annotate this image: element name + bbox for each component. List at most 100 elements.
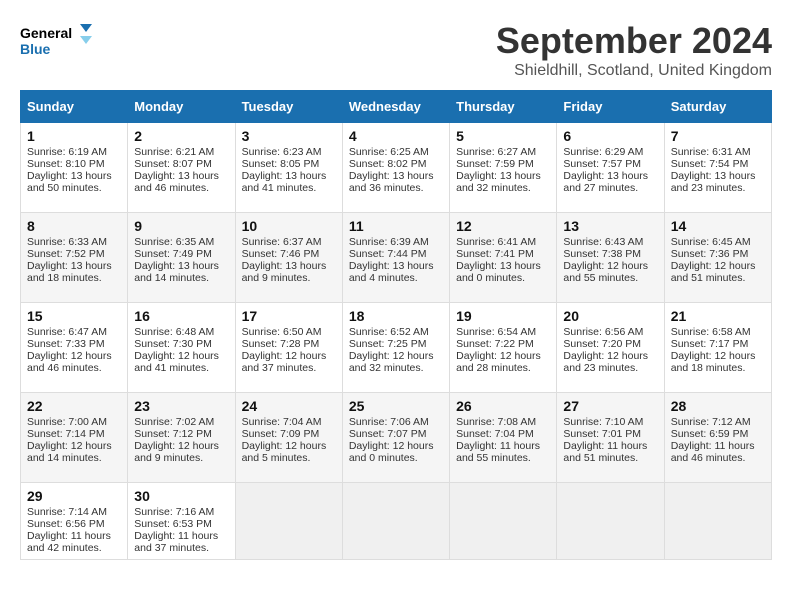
calendar-cell — [342, 483, 449, 560]
day-info-line: Sunset: 7:52 PM — [27, 248, 121, 260]
weekday-header-tuesday: Tuesday — [235, 91, 342, 123]
day-info-line: Sunrise: 6:31 AM — [671, 146, 765, 158]
day-info-line: Sunset: 7:14 PM — [27, 428, 121, 440]
day-info-line: and 27 minutes. — [563, 182, 657, 194]
day-info-line: and 55 minutes. — [456, 452, 550, 464]
day-info-line: Sunset: 7:46 PM — [242, 248, 336, 260]
day-info-line: Sunset: 7:44 PM — [349, 248, 443, 260]
day-info-line: Sunrise: 7:08 AM — [456, 416, 550, 428]
day-info-line: and 9 minutes. — [134, 452, 228, 464]
month-title: September 2024 — [496, 20, 772, 62]
day-info-line: Sunset: 7:33 PM — [27, 338, 121, 350]
day-number: 25 — [349, 398, 443, 414]
day-info-line: Sunset: 7:59 PM — [456, 158, 550, 170]
day-info-line: Daylight: 11 hours — [671, 440, 765, 452]
day-number: 18 — [349, 308, 443, 324]
day-number: 7 — [671, 128, 765, 144]
calendar-cell: 5Sunrise: 6:27 AMSunset: 7:59 PMDaylight… — [450, 123, 557, 213]
calendar-cell: 15Sunrise: 6:47 AMSunset: 7:33 PMDayligh… — [21, 303, 128, 393]
calendar-cell: 25Sunrise: 7:06 AMSunset: 7:07 PMDayligh… — [342, 393, 449, 483]
day-info-line: and 46 minutes. — [27, 362, 121, 374]
calendar-cell: 29 Sunrise: 7:14 AMSunset: 6:56 PMDayligh… — [21, 483, 128, 560]
day-info-line: Daylight: 12 hours — [349, 350, 443, 362]
day-info-line: Daylight: 12 hours — [242, 440, 336, 452]
day-number: 6 — [563, 128, 657, 144]
day-info-line: Sunrise: 6:29 AM — [563, 146, 657, 158]
weekday-header-monday: Monday — [128, 91, 235, 123]
day-info-line: and 50 minutes. — [27, 182, 121, 194]
day-info-line: and 18 minutes. — [27, 272, 121, 284]
day-info-line: Daylight: 13 hours — [349, 170, 443, 182]
day-info-line: Sunrise: 7:16 AM — [134, 506, 228, 518]
day-info-line: Sunrise: 6:37 AM — [242, 236, 336, 248]
day-info-line: Sunset: 7:36 PM — [671, 248, 765, 260]
calendar-cell: 11Sunrise: 6:39 AMSunset: 7:44 PMDayligh… — [342, 213, 449, 303]
day-number: 16 — [134, 308, 228, 324]
day-number: 21 — [671, 308, 765, 324]
day-number: 12 — [456, 218, 550, 234]
title-block: September 2024 Shieldhill, Scotland, Uni… — [496, 20, 772, 80]
calendar-cell — [664, 483, 771, 560]
day-info-line: and 37 minutes. — [242, 362, 336, 374]
day-info-line: Daylight: 12 hours — [242, 350, 336, 362]
day-info-line: Sunrise: 6:33 AM — [27, 236, 121, 248]
day-info-line: Sunrise: 6:45 AM — [671, 236, 765, 248]
day-info-line: Daylight: 13 hours — [27, 170, 121, 182]
day-info-line: and 9 minutes. — [242, 272, 336, 284]
calendar-week-1: 1Sunrise: 6:19 AMSunset: 8:10 PMDaylight… — [21, 123, 772, 213]
day-info-line: Sunset: 7:38 PM — [563, 248, 657, 260]
weekday-header-row: SundayMondayTuesdayWednesdayThursdayFrid… — [21, 91, 772, 123]
logo: GeneralBlue — [20, 20, 100, 60]
calendar-cell: 23Sunrise: 7:02 AMSunset: 7:12 PMDayligh… — [128, 393, 235, 483]
day-info-line: Sunrise: 6:54 AM — [456, 326, 550, 338]
day-info-line: and 28 minutes. — [456, 362, 550, 374]
calendar-cell — [557, 483, 664, 560]
day-info-line: and 41 minutes. — [134, 362, 228, 374]
day-info-line: Daylight: 13 hours — [27, 260, 121, 272]
svg-text:General: General — [20, 25, 72, 41]
day-info-line: Sunset: 7:25 PM — [349, 338, 443, 350]
day-info-line: Sunset: 7:04 PM — [456, 428, 550, 440]
day-info-line: Sunset: 8:05 PM — [242, 158, 336, 170]
weekday-header-saturday: Saturday — [664, 91, 771, 123]
day-info-line: Sunrise: 6:27 AM — [456, 146, 550, 158]
day-info-line: Sunrise: 7:04 AM — [242, 416, 336, 428]
calendar-cell: 7Sunrise: 6:31 AMSunset: 7:54 PMDaylight… — [664, 123, 771, 213]
day-info-line: Sunrise: 6:35 AM — [134, 236, 228, 248]
day-info-line: and 23 minutes. — [671, 182, 765, 194]
day-info-line: Sunrise: 6:52 AM — [349, 326, 443, 338]
day-info-line: Sunset: 6:56 PM — [27, 518, 121, 530]
day-info-line: Sunrise: 6:23 AM — [242, 146, 336, 158]
day-info-line: Sunset: 7:57 PM — [563, 158, 657, 170]
calendar-cell: 16Sunrise: 6:48 AMSunset: 7:30 PMDayligh… — [128, 303, 235, 393]
day-info-line: Daylight: 12 hours — [27, 350, 121, 362]
day-info-line: and 41 minutes. — [242, 182, 336, 194]
day-info-line: Sunrise: 7:14 AM — [27, 506, 121, 518]
calendar-cell: 24Sunrise: 7:04 AMSunset: 7:09 PMDayligh… — [235, 393, 342, 483]
svg-text:Blue: Blue — [20, 41, 51, 57]
day-info-line: Sunset: 7:54 PM — [671, 158, 765, 170]
weekday-header-wednesday: Wednesday — [342, 91, 449, 123]
day-info-line: Sunset: 7:01 PM — [563, 428, 657, 440]
calendar-cell: 9Sunrise: 6:35 AMSunset: 7:49 PMDaylight… — [128, 213, 235, 303]
calendar-cell: 28Sunrise: 7:12 AMSunset: 6:59 PMDayligh… — [664, 393, 771, 483]
day-info-line: Daylight: 13 hours — [242, 170, 336, 182]
page-header: GeneralBlue September 2024 Shieldhill, S… — [20, 20, 772, 80]
day-number: 1 — [27, 128, 121, 144]
calendar-cell: 18 Sunrise: 6:52 AMSunset: 7:25 PMDayligh… — [342, 303, 449, 393]
day-info-line: Sunset: 7:49 PM — [134, 248, 228, 260]
day-info-line: and 5 minutes. — [242, 452, 336, 464]
day-info-line: and 14 minutes. — [134, 272, 228, 284]
day-info-line: and 14 minutes. — [27, 452, 121, 464]
day-info-line: and 42 minutes. — [27, 542, 121, 554]
day-info-line: Daylight: 11 hours — [27, 530, 121, 542]
calendar-cell: 21Sunrise: 6:58 AMSunset: 7:17 PMDayligh… — [664, 303, 771, 393]
day-number: 5 — [456, 128, 550, 144]
day-number: 29 — [27, 488, 121, 504]
day-info-line: and 18 minutes. — [671, 362, 765, 374]
day-info-line: and 32 minutes. — [349, 362, 443, 374]
logo-icon: GeneralBlue — [20, 20, 100, 60]
day-number: 11 — [349, 218, 443, 234]
weekday-header-thursday: Thursday — [450, 91, 557, 123]
day-info-line: Sunrise: 7:10 AM — [563, 416, 657, 428]
